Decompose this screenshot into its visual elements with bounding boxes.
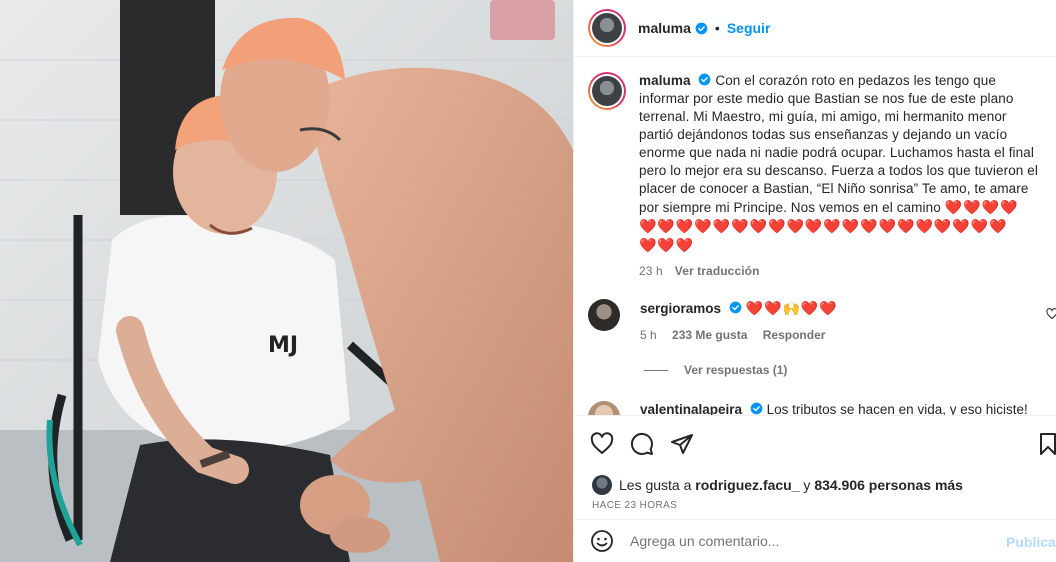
likes-prefix: Les gusta a	[619, 477, 692, 493]
comment-text: Los tributos se hacen en vida, y eso hic…	[766, 402, 1028, 415]
verified-icon	[695, 22, 708, 34]
follow-button[interactable]: Seguir	[727, 20, 771, 36]
post-photo[interactable]: MJ	[0, 0, 573, 562]
comment-like-heart-icon[interactable]	[1046, 308, 1056, 320]
emoji-icon[interactable]	[590, 529, 614, 553]
verified-icon	[750, 402, 763, 415]
comment-username[interactable]: valentinalapeira	[640, 402, 742, 415]
add-comment-bar: Publicar	[574, 519, 1056, 562]
comment-item: valentinalapeira Los tributos se hacen e…	[588, 401, 1056, 415]
caption: maluma Con el corazón roto en pedazos le…	[588, 72, 1048, 280]
post-actions: Les gusta a rodriguez.facu_ y 834.906 pe…	[574, 415, 1056, 511]
post-image: MJ	[0, 0, 573, 562]
view-replies-button[interactable]: Ver respuestas (1)	[644, 363, 787, 377]
svg-text:MJ: MJ	[268, 333, 298, 358]
likes-connector: y	[803, 477, 811, 493]
commenter-avatar[interactable]	[588, 401, 620, 415]
replies-line	[644, 369, 668, 371]
comment-item: sergioramos ❤️❤️🙌❤️❤️ 5 h 233 Me gusta R…	[588, 299, 1056, 344]
caption-hearts-inline: ❤️❤️❤️❤️	[944, 199, 1019, 215]
comment-username[interactable]: sergioramos	[640, 301, 721, 316]
caption-username[interactable]: maluma	[639, 73, 691, 88]
author-username[interactable]: maluma	[638, 20, 691, 36]
verified-icon	[729, 301, 742, 314]
comment-icon[interactable]	[630, 432, 654, 456]
comment-text: ❤️❤️🙌❤️❤️	[745, 300, 838, 316]
caption-text: Con el corazón roto en pedazos les tengo…	[639, 73, 1038, 215]
caption-hearts-row-end: ❤️❤️❤️	[639, 237, 695, 253]
caption-time[interactable]: 23 h	[639, 264, 663, 278]
action-icons-row	[574, 416, 1056, 472]
commenter-avatar[interactable]	[588, 299, 620, 331]
heart-icon[interactable]	[590, 432, 614, 456]
bookmark-icon[interactable]	[1036, 432, 1056, 456]
liker-avatar[interactable]	[592, 475, 612, 495]
post-time-ago[interactable]: HACE 23 HORAS	[592, 500, 677, 511]
separator-dot: •	[714, 20, 720, 36]
caption-avatar[interactable]	[588, 72, 626, 110]
likes-summary[interactable]: Les gusta a rodriguez.facu_ y 834.906 pe…	[592, 475, 963, 495]
share-icon[interactable]	[670, 432, 694, 456]
post-header: maluma • Seguir	[574, 0, 1056, 57]
author-avatar[interactable]	[588, 9, 626, 47]
translate-link[interactable]: Ver traducción	[675, 264, 760, 278]
post-side-panel: maluma • Seguir maluma Con el corazón ro…	[573, 0, 1056, 562]
likes-others[interactable]: 834.906 personas más	[814, 477, 963, 493]
publish-button[interactable]: Publicar	[1006, 534, 1056, 550]
liker-username[interactable]: rodriguez.facu_	[695, 477, 799, 493]
comment-time[interactable]: 5 h	[640, 328, 657, 342]
caption-hearts-row: ❤️❤️❤️❤️❤️❤️❤️❤️❤️❤️❤️❤️❤️❤️❤️❤️❤️❤️❤️❤️	[639, 218, 1008, 234]
reply-button[interactable]: Responder	[763, 328, 826, 342]
comment-likes[interactable]: 233 Me gusta	[672, 328, 747, 342]
verified-icon	[699, 73, 711, 86]
comment-meta: 5 h 233 Me gusta Responder	[640, 326, 838, 344]
comments-list[interactable]: maluma Con el corazón roto en pedazos le…	[574, 58, 1056, 415]
caption-meta: 23 h Ver traducción	[639, 262, 1039, 280]
comment-input[interactable]	[630, 533, 990, 549]
view-replies-label: Ver respuestas (1)	[684, 363, 788, 377]
